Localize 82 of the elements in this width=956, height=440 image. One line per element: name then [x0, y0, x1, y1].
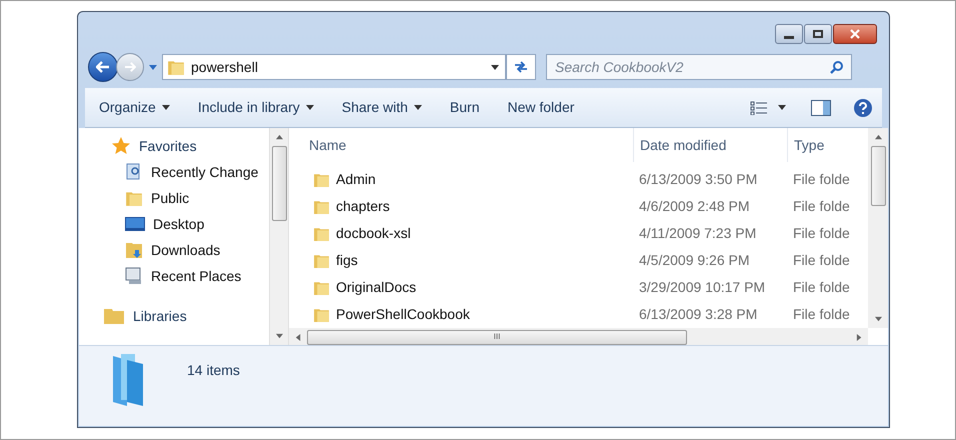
search-icon: [830, 60, 844, 74]
close-icon: [850, 29, 860, 39]
folder-icon: [313, 171, 330, 188]
file-name[interactable]: chapters: [336, 196, 390, 217]
scroll-thumb[interactable]: III: [307, 330, 687, 344]
file-name[interactable]: PowerShellCookbook: [336, 304, 470, 325]
scroll-down-arrow-icon[interactable]: [276, 332, 282, 340]
nav-item[interactable]: Downloads: [151, 240, 220, 260]
scrollbar[interactable]: [868, 128, 888, 328]
maximize-button[interactable]: [804, 24, 832, 44]
desktop-icon: [125, 216, 145, 232]
date-cell-text: 3/29/2009 10:17 PM: [638, 278, 766, 297]
date-cell-text: 4/5/2009 9:26 PM: [638, 251, 751, 270]
nav-item[interactable]: Recent Places: [151, 266, 242, 286]
address-text: powershell: [191, 58, 259, 77]
date-cell-text: 6/13/2009 3:50 PM: [638, 170, 758, 189]
nav-item[interactable]: Public: [151, 188, 190, 208]
left-arrow-icon: [96, 61, 110, 73]
toolbar-button[interactable]: Burn: [440, 92, 490, 122]
scrollbar[interactable]: [269, 128, 289, 345]
horizontal-scrollbar[interactable]: III: [289, 328, 868, 346]
toolbar-button[interactable]: New folder: [497, 92, 584, 122]
date-cell-text: 4/11/2009 7:23 PM: [638, 224, 758, 243]
list-view-icon: [750, 100, 768, 114]
file-name[interactable]: docbook-xsl: [336, 223, 411, 244]
file-name[interactable]: figs: [336, 250, 358, 271]
scroll-thumb[interactable]: [870, 146, 886, 206]
caret-icon: [414, 105, 422, 110]
toolbar-button[interactable]: Include in library: [188, 92, 324, 122]
nav-heading[interactable]: Libraries: [133, 306, 187, 326]
file-name[interactable]: Admin: [336, 169, 376, 190]
search-field[interactable]: Search CookbookV2: [546, 54, 852, 80]
scroll-right-arrow-icon[interactable]: [856, 334, 862, 340]
folder-icon: [313, 252, 330, 269]
folder-icon: [313, 279, 330, 296]
nav-item[interactable]: Desktop: [153, 214, 204, 234]
history-dropdown-button[interactable]: [148, 62, 158, 72]
folder-icon: [313, 198, 330, 215]
pane-icon: [811, 100, 831, 116]
refresh-arrows-icon: [513, 60, 529, 74]
folder-icon: [313, 225, 330, 242]
library-icon: [103, 308, 125, 324]
scroll-up-arrow-icon[interactable]: [276, 134, 282, 140]
grip-text: III: [494, 333, 500, 341]
minimize-button[interactable]: [775, 24, 803, 44]
folder-icon: [313, 306, 330, 323]
column-header[interactable]: Name: [289, 134, 633, 156]
downloads-folder-icon: [125, 241, 143, 259]
type-cell-text: File folde: [792, 278, 851, 297]
file-name[interactable]: OriginalDocs: [336, 277, 416, 298]
column-header[interactable]: Date modified: [633, 128, 787, 162]
scroll-up-arrow-icon[interactable]: [874, 134, 882, 140]
type-cell-text: File folde: [792, 251, 851, 270]
caret-icon: [306, 105, 314, 110]
refresh-button[interactable]: [506, 54, 536, 80]
right-arrow-icon: [124, 62, 136, 72]
scroll-left-arrow-icon[interactable]: [294, 334, 302, 340]
nav-heading[interactable]: Favorites: [139, 136, 197, 156]
caret-icon: [491, 64, 499, 70]
caret-icon: [162, 105, 170, 110]
address-field[interactable]: powershell: [162, 54, 506, 80]
date-cell-text: 6/13/2009 3:28 PM: [638, 305, 758, 324]
type-cell-text: File folde: [792, 170, 851, 189]
date-cell-text: 4/6/2009 2:48 PM: [638, 197, 751, 216]
recent-places-icon: [125, 267, 143, 285]
nav-item[interactable]: Recently Change: [151, 162, 258, 182]
caret-icon: [149, 64, 157, 70]
star-icon: [111, 136, 131, 156]
scroll-down-arrow-icon[interactable]: [874, 316, 882, 322]
scroll-thumb[interactable]: [272, 146, 286, 221]
toolbar-button[interactable]: Share with: [332, 92, 432, 122]
maximize-icon: [813, 30, 823, 38]
type-cell-text: File folde: [792, 305, 851, 324]
caret-icon: [778, 105, 786, 110]
help-icon: [853, 98, 873, 118]
type-cell-text: File folde: [792, 197, 851, 216]
type-cell-text: File folde: [792, 224, 851, 243]
close-button[interactable]: [833, 24, 877, 44]
toolbar-button[interactable]: Organize: [89, 92, 180, 122]
back-button[interactable]: [88, 52, 118, 82]
minimize-icon: [784, 36, 794, 38]
item-count: 14 items: [187, 361, 240, 380]
